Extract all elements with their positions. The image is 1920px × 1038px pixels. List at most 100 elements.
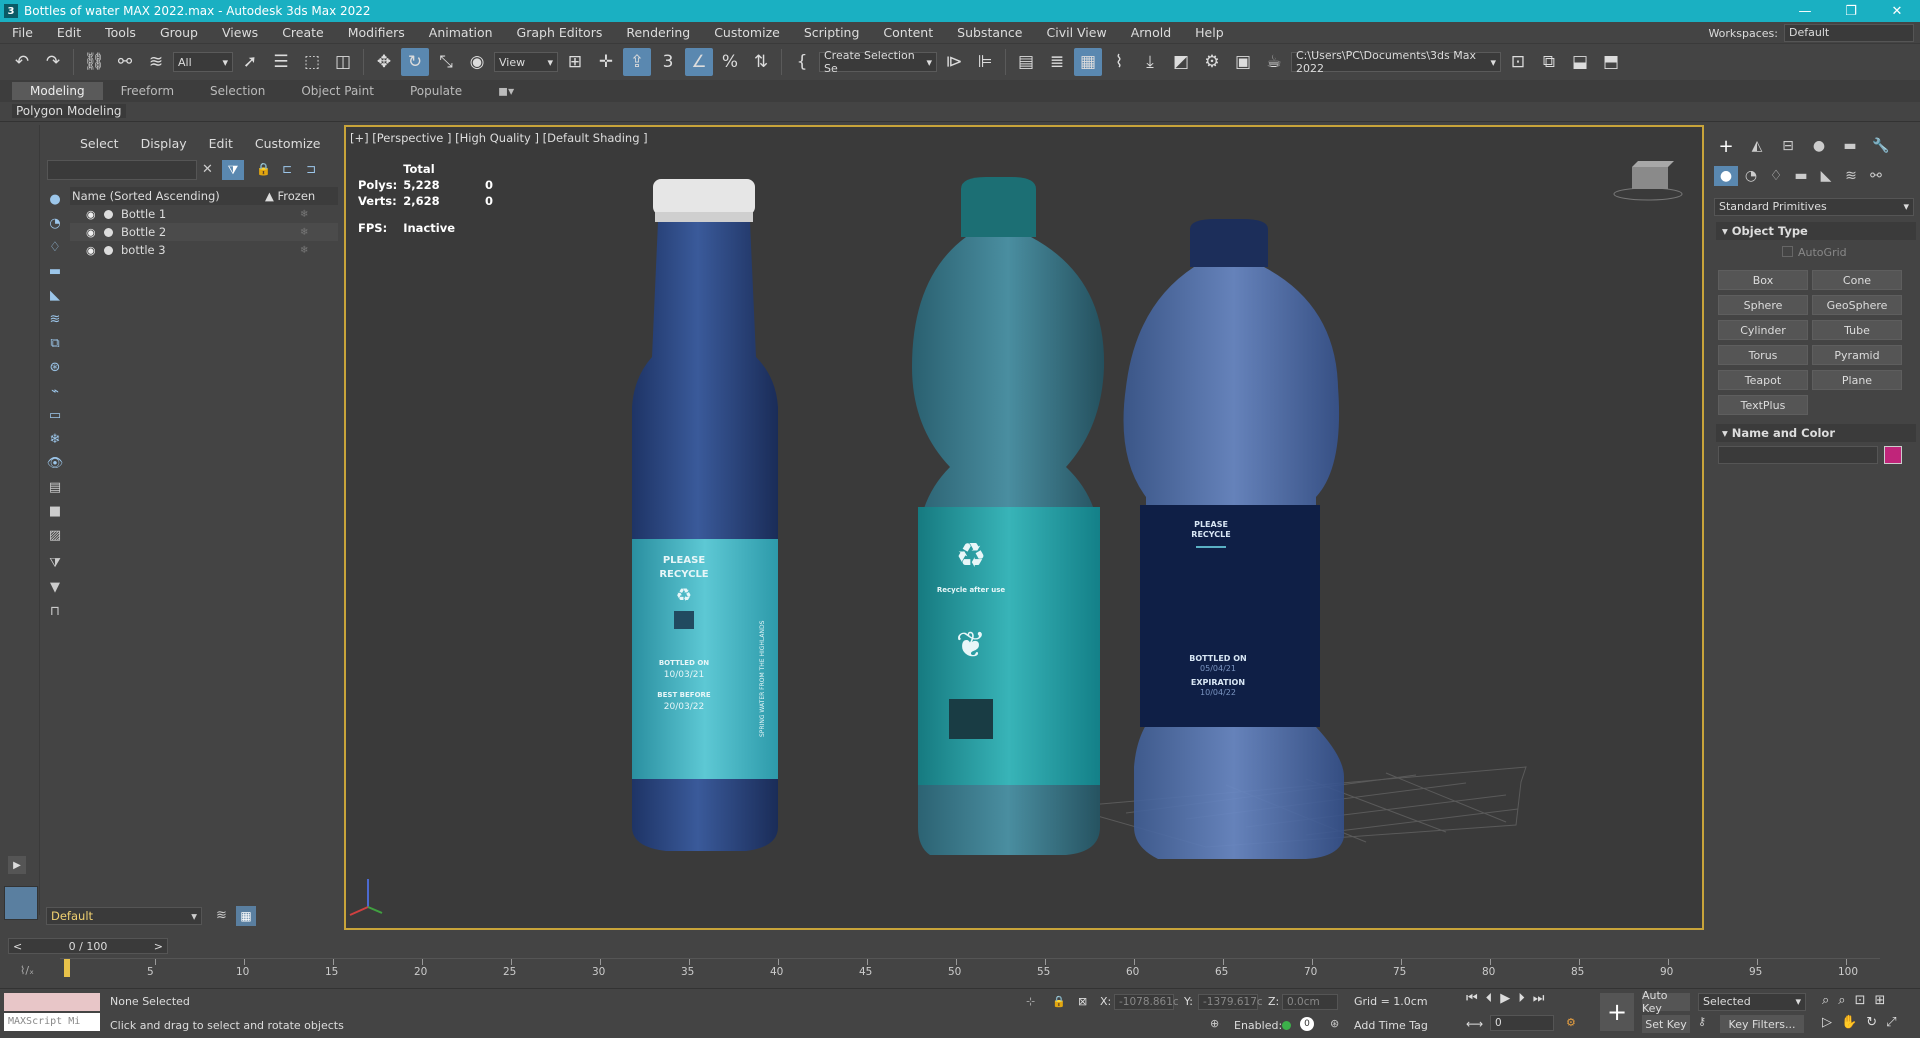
zoom-extents-icon[interactable]: ⊡ [1855,993,1875,1008]
viewcube-icon[interactable] [1613,161,1683,201]
link-icon[interactable]: ⛓ [80,48,108,76]
selection-filter-dropdown[interactable]: All ▾ [173,52,233,72]
timeline-track[interactable]: 5 10 15 20 25 30 35 40 45 50 55 60 65 70 75 80 85 90 95 100 [60,958,1880,982]
curve-editor-icon[interactable]: ⌇ [1105,48,1133,76]
explorer-search-input[interactable] [47,160,197,180]
bottle-2-model[interactable]: ♻ Recycle after use ❦ [912,177,1105,855]
z-coord-field[interactable]: 0.0cm [1282,994,1338,1010]
menu-graph-editors[interactable]: Graph Editors [505,25,615,40]
bottle-1-model[interactable]: PLEASE RECYCLE ♻ BOTTLED ON 10/03/21 BES… [632,179,778,851]
schematic-view-icon[interactable]: ⤓ [1136,48,1164,76]
cone-button[interactable]: Cone [1812,270,1902,290]
layer-sort-icon[interactable]: ⊐ [306,162,316,176]
tab-object-paint[interactable]: Object Paint [283,82,392,100]
menu-rendering[interactable]: Rendering [614,25,702,40]
light-filter-icon[interactable]: ♢ [44,236,66,258]
display-panel-icon[interactable]: ▬ [1838,136,1862,156]
spacewarps-tab-icon[interactable]: ≋ [1839,166,1863,186]
freeze-icon[interactable]: ❄ [300,209,308,220]
explorer-menu-display[interactable]: Display [141,136,187,151]
camera-filter-icon[interactable]: ▬ [44,260,66,282]
geometry-tab-icon[interactable]: ● [1714,166,1738,186]
tab-populate[interactable]: Populate [392,82,480,100]
modify-panel-icon[interactable]: ◭ [1745,136,1769,156]
project-path-dropdown[interactable]: C:\Users\PC\Documents\3ds Max 2022 ▾ [1291,49,1501,75]
menu-customize[interactable]: Customize [702,25,792,40]
visibility-icon[interactable]: ◉ [86,208,100,221]
window-crossing-icon[interactable]: ◫ [329,48,357,76]
display-children-icon[interactable]: ⊓ [44,600,66,622]
scale-icon[interactable]: ⤡ [432,48,460,76]
lock-icon[interactable]: 🔒 [256,162,271,176]
render-icon[interactable]: ☕ [1260,48,1288,76]
tab-freeform[interactable]: Freeform [103,82,192,100]
all-filter-icon[interactable]: ▤ [44,476,66,498]
project-folder-icon[interactable]: ⊡ [1504,48,1532,76]
box-button[interactable]: Box [1718,270,1808,290]
object-color-swatch[interactable] [1884,446,1902,464]
next-key-icon[interactable]: ⏵ [1518,991,1533,1006]
time-config-icon[interactable]: ⚙ [1566,1016,1576,1029]
geometry-filter-icon[interactable]: ● [44,188,66,210]
freeze-icon[interactable]: ❄ [300,245,308,256]
set-key-button[interactable]: Set Key [1642,1015,1690,1033]
explorer-row-bottle-1[interactable]: ◉ Bottle 1 ❄ [70,205,338,223]
snaps-toggle-icon[interactable]: 3 [654,48,682,76]
filter-options-icon[interactable]: ⧩ [44,552,66,574]
render-dot-icon[interactable] [104,209,113,219]
container-filter-icon[interactable]: ▭ [44,404,66,426]
menu-substance[interactable]: Substance [945,25,1034,40]
current-frame-field[interactable]: 0 [1490,1015,1554,1031]
layers-icon[interactable]: ≋ [216,908,227,923]
percent-snap-icon[interactable]: % [716,48,744,76]
unlink-icon[interactable]: ⚯ [111,48,139,76]
plane-button[interactable]: Plane [1812,370,1902,390]
object-name-field[interactable] [1718,446,1878,464]
autogrid-checkbox[interactable] [1782,246,1793,257]
workspace-dropdown[interactable]: Default [1784,24,1914,42]
menu-civil-view[interactable]: Civil View [1035,25,1119,40]
name-color-rollout[interactable]: ▾ Name and Color [1716,424,1916,442]
x-coord-field[interactable]: -1078.861c [1114,994,1179,1010]
utilities-panel-icon[interactable]: 🔧 [1869,136,1893,156]
systems-tab-icon[interactable]: ⚯ [1864,166,1888,186]
curve-editor-toggle-icon[interactable]: ⌇/ₓ [20,964,34,977]
render-dot-icon[interactable] [104,245,113,255]
ribbon-options-icon[interactable]: ◼▾ [480,82,532,100]
group-filter-icon[interactable]: ⧉ [44,332,66,354]
undo-icon[interactable]: ↶ [8,48,36,76]
filter-icon[interactable]: ▼ [44,576,66,598]
auto-key-button[interactable]: Auto Key [1642,989,1690,1015]
add-time-tag-label[interactable]: Add Time Tag [1354,1019,1428,1032]
object-type-rollout[interactable]: ▾ Object Type [1716,222,1916,240]
visibility-icon[interactable]: ◉ [86,244,100,257]
tab-selection[interactable]: Selection [192,82,283,100]
orbit-icon[interactable]: ↻ [1866,1015,1886,1030]
menu-scripting[interactable]: Scripting [792,25,872,40]
spinner-snap-icon[interactable]: ⇅ [747,48,775,76]
explorer-row-bottle-3[interactable]: ◉ bottle 3 ❄ [70,241,338,259]
ref-coord-dropdown[interactable]: View ▾ [494,52,558,72]
restore-icon[interactable]: ❐ [1828,0,1874,22]
explorer-toggle-icon[interactable]: ▦ [236,906,256,926]
align-icon[interactable]: ⊫ [971,48,999,76]
cameras-tab-icon[interactable]: ▬ [1789,166,1813,186]
prev-key-icon[interactable]: ⏴ [1486,991,1501,1006]
explorer-row-bottle-2[interactable]: ◉ Bottle 2 ❄ [70,223,338,241]
redo-icon[interactable]: ↷ [39,48,67,76]
perspective-viewport[interactable]: [+] [Perspective ] [High Quality ] [Defa… [344,125,1704,930]
explorer-menu-select[interactable]: Select [80,136,119,151]
frozen-filter-icon[interactable]: ❄ [44,428,66,450]
place-icon[interactable]: ◉ [463,48,491,76]
helper-filter-icon[interactable]: ◣ [44,284,66,306]
layer-dropdown[interactable]: Default ▾ [46,907,202,925]
render-setup-icon[interactable]: ⚙ [1198,48,1226,76]
clear-search-icon[interactable]: ✕ [202,162,213,177]
col-frozen[interactable]: ▲ Frozen [265,189,315,203]
time-tag-icon[interactable]: 0 [1300,1017,1314,1031]
visibility-icon[interactable]: ◉ [86,226,100,239]
bone-filter-icon[interactable]: ⌁ [44,380,66,402]
pivot-center-icon[interactable]: ⊞ [561,48,589,76]
fov-icon[interactable]: ▷ [1822,1015,1841,1030]
prev-frame-icon[interactable]: < [13,940,22,953]
